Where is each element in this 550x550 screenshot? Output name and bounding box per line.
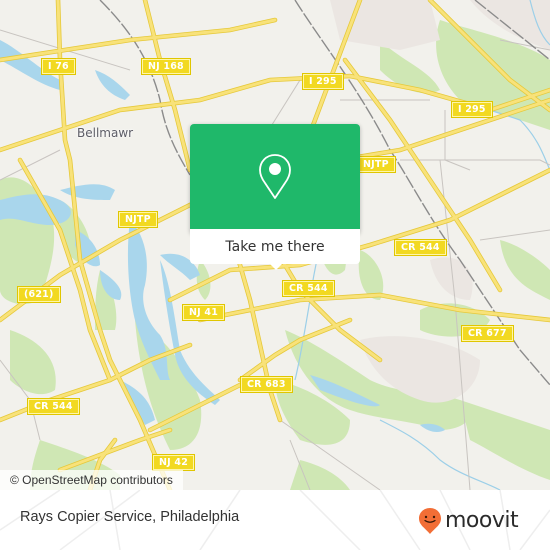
map-pin-icon (259, 153, 291, 199)
route-label-i295: I 295 (451, 101, 493, 118)
map-view[interactable]: Bellmawr I 76 NJ 168 I 295 I 295 NJTP NJ… (0, 0, 550, 490)
route-label-cr544: CR 544 (282, 280, 335, 297)
moovit-logo[interactable]: moovit (418, 506, 519, 536)
route-label-i76: I 76 (41, 58, 76, 75)
moovit-smiley-pin-icon (419, 508, 441, 534)
route-label-cr683: CR 683 (240, 376, 293, 393)
map-attribution[interactable]: © OpenStreetMap contributors (0, 470, 183, 490)
route-label-cr677: CR 677 (461, 325, 514, 342)
moovit-wordmark: moovit (445, 508, 519, 533)
take-me-there-button[interactable]: Take me there (190, 229, 360, 264)
route-label-nj168: NJ 168 (141, 58, 191, 75)
place-title: Rays Copier Service, Philadelphia (20, 509, 240, 525)
route-label-nj41: NJ 41 (181, 304, 226, 321)
route-label-njtp: NJTP (118, 211, 158, 228)
route-label-nj42: NJ 42 (151, 454, 196, 471)
popup-pointer (268, 262, 284, 270)
route-label-cr544: CR 544 (394, 239, 447, 256)
popup-header (190, 124, 360, 229)
footer-bar: Rays Copier Service, Philadelphia moovit (0, 490, 550, 550)
route-label-njtp: NJTP (356, 156, 396, 173)
route-label-621: (621) (17, 286, 61, 303)
place-label-bellmawr: Bellmawr (77, 126, 134, 140)
route-label-cr544: CR 544 (27, 398, 80, 415)
route-label-i295: I 295 (302, 73, 344, 90)
location-popup[interactable]: Take me there (190, 124, 360, 270)
